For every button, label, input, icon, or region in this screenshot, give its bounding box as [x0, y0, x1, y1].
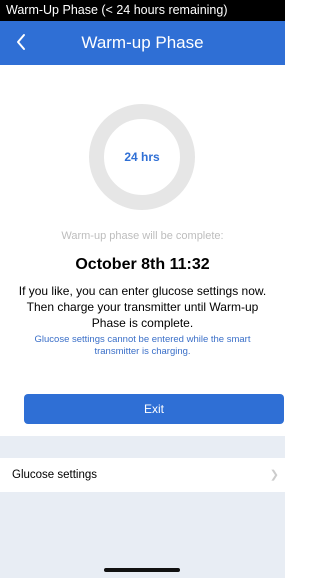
completion-caption: Warm-up phase will be complete: [61, 230, 224, 242]
chevron-right-icon: ❯ [269, 469, 279, 481]
charging-note: Glucose settings cannot be entered while… [34, 334, 251, 357]
status-bar: Warm-Up Phase (< 24 hours remaining) [0, 0, 285, 21]
back-button[interactable] [6, 27, 36, 57]
exit-button[interactable]: Exit [24, 394, 284, 424]
instructions-text: If you like, you can enter glucose setti… [18, 284, 267, 330]
completion-date: October 8th 11:32 [75, 256, 210, 273]
page-title: Warm-up Phase [81, 33, 204, 52]
chevron-left-icon [17, 34, 25, 50]
progress-ring-label: 24 hrs [124, 150, 160, 164]
navigation-bar: Warm-up Phase [0, 21, 285, 65]
warmup-progress-ring: 24 hrs [89, 104, 195, 210]
glucose-settings-label: Glucose settings [12, 469, 98, 481]
status-bar-text: Warm-Up Phase (< 24 hours remaining) [6, 3, 228, 17]
home-indicator [104, 568, 180, 572]
glucose-settings-row[interactable]: Glucose settings ❯ [0, 458, 285, 492]
